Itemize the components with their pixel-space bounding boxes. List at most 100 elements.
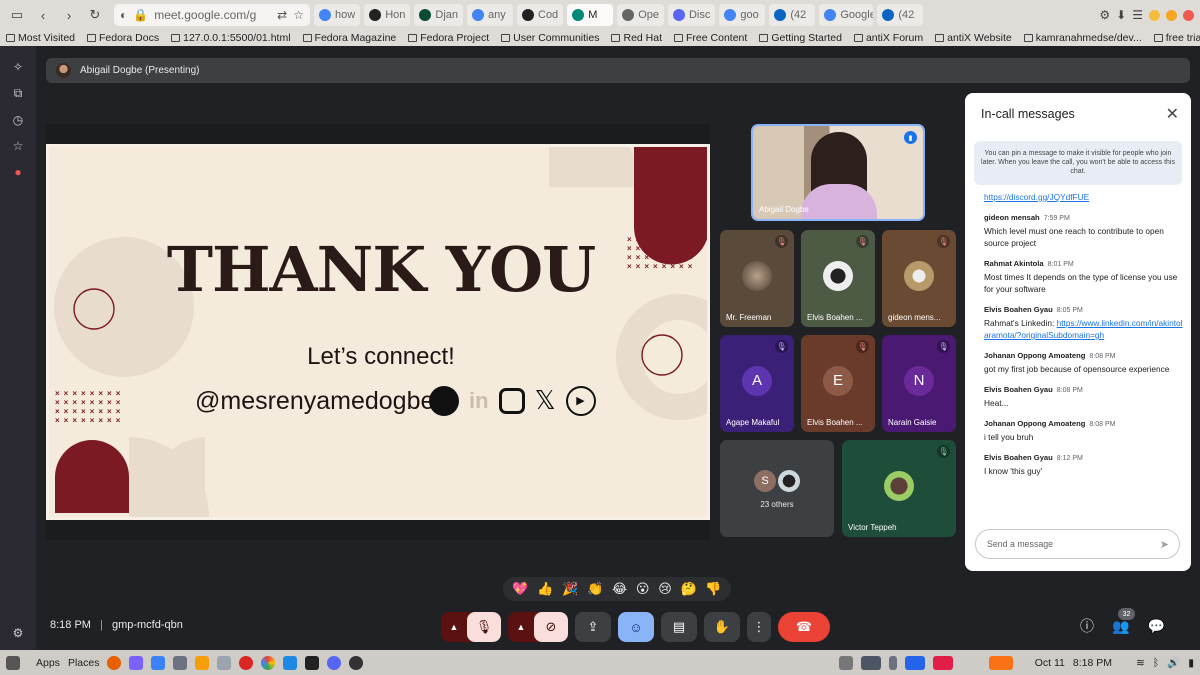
discord-icon[interactable] bbox=[327, 655, 342, 670]
bookmark-item[interactable]: free trial payroll bbox=[1153, 32, 1200, 44]
participant-tile[interactable]: 🎙 Mr. Freeman bbox=[720, 230, 794, 327]
colorful-extension-icon[interactable]: ● bbox=[14, 165, 21, 179]
volume-icon[interactable]: 🔊 bbox=[1167, 656, 1180, 669]
browser-tab[interactable]: (42 bbox=[769, 4, 816, 26]
close-icon[interactable]: ✕ bbox=[1166, 104, 1179, 124]
browser-tab[interactable]: Google bbox=[819, 4, 874, 26]
participant-tile[interactable]: A 🎙 Agape Makaful bbox=[720, 335, 794, 432]
battery-icon[interactable]: ▮ bbox=[1188, 657, 1194, 669]
browser-tab[interactable]: any bbox=[467, 4, 513, 26]
message-link[interactable]: https://discord.gg/JQYdfFUE bbox=[984, 192, 1089, 202]
reactions-button[interactable]: ☺ bbox=[618, 612, 654, 642]
participant-tile[interactable]: 🎙 Victor Teppeh bbox=[842, 440, 956, 537]
places-menu[interactable]: Places bbox=[68, 657, 100, 669]
bookmark-item[interactable]: Fedora Project bbox=[408, 32, 489, 44]
present-button[interactable]: ⇪ bbox=[575, 612, 611, 642]
app-icon[interactable] bbox=[151, 655, 166, 670]
tray-icon[interactable] bbox=[860, 655, 881, 670]
bookmark-item[interactable]: antiX Website bbox=[935, 32, 1012, 44]
opera-icon[interactable] bbox=[239, 655, 254, 670]
download-icon[interactable]: ⬇ bbox=[1116, 8, 1126, 22]
clock-time[interactable]: 8:18 PM bbox=[1073, 657, 1112, 669]
reaction-emoji-button[interactable]: 💖 bbox=[512, 581, 528, 597]
reaction-emoji-button[interactable]: 😮 bbox=[636, 581, 650, 597]
bookmark-item[interactable]: Fedora Docs bbox=[87, 32, 159, 44]
chrome-icon[interactable] bbox=[261, 655, 276, 670]
reaction-emoji-button[interactable]: 👎 bbox=[705, 581, 721, 597]
browser-tab[interactable]: Cod bbox=[517, 4, 564, 26]
tray-icon[interactable] bbox=[888, 655, 897, 670]
tray-icon[interactable] bbox=[904, 655, 925, 670]
app-icon[interactable] bbox=[195, 655, 210, 670]
send-icon[interactable]: ➤ bbox=[1160, 538, 1169, 551]
back-icon[interactable]: ‹ bbox=[32, 4, 54, 26]
reload-icon[interactable]: ↻ bbox=[84, 4, 106, 26]
participant-tile[interactable]: 🎙 gideon mens... bbox=[882, 230, 956, 327]
reaction-emoji-button[interactable]: 🤔 bbox=[680, 581, 696, 597]
clock-date[interactable]: Oct 11 bbox=[1035, 657, 1065, 669]
camera-off-button[interactable]: ⊘ bbox=[534, 612, 568, 642]
bookmarks-icon[interactable]: ☆ bbox=[13, 139, 24, 153]
info-icon[interactable]: ⓘ bbox=[1080, 616, 1094, 636]
browser-tab[interactable]: goo bbox=[719, 4, 766, 26]
history-icon[interactable]: ◷ bbox=[13, 113, 23, 127]
browser-tab[interactable]: Hon bbox=[364, 4, 411, 26]
reaction-emoji-button[interactable]: 🎉 bbox=[562, 581, 578, 597]
participant-tile-abigail[interactable]: ▮ Abigail Dogbe bbox=[751, 124, 925, 221]
bookmark-item[interactable]: User Communities bbox=[501, 32, 599, 44]
bookmark-item[interactable]: 127.0.0.1:5500/01.html bbox=[171, 32, 291, 44]
bookmark-item[interactable]: antiX Forum bbox=[853, 32, 923, 44]
menu-icon[interactable]: ☰ bbox=[1132, 8, 1143, 22]
message-input[interactable]: Send a message ➤ bbox=[975, 529, 1180, 559]
obs-icon[interactable] bbox=[349, 655, 364, 670]
browser-tab[interactable]: Djan bbox=[414, 4, 463, 26]
leave-call-button[interactable]: ☎ bbox=[778, 612, 830, 642]
camera-options-chevron-icon[interactable]: ▲ bbox=[508, 622, 534, 632]
forward-icon[interactable]: › bbox=[58, 4, 80, 26]
app-icon[interactable] bbox=[173, 655, 188, 670]
bookmark-item[interactable]: kamranahmedse/dev... bbox=[1023, 32, 1142, 44]
mic-options-chevron-icon[interactable]: ▲ bbox=[441, 622, 467, 632]
apps-menu[interactable]: Apps bbox=[36, 657, 60, 669]
captions-button[interactable]: ▤ bbox=[661, 612, 697, 642]
raise-hand-button[interactable]: ✋ bbox=[704, 612, 740, 642]
maximize-button[interactable] bbox=[1166, 9, 1177, 21]
others-tile[interactable]: S 23 others bbox=[720, 440, 834, 537]
calculator-icon[interactable] bbox=[217, 655, 232, 670]
terminal-icon[interactable] bbox=[305, 655, 320, 670]
app-grid-icon[interactable] bbox=[6, 655, 20, 670]
reaction-emoji-button[interactable]: 😢 bbox=[658, 581, 672, 597]
url-bar[interactable]: ◐ 🔒 meet.google.com/g ⇄ ☆ bbox=[114, 4, 310, 26]
minimize-button[interactable] bbox=[1149, 9, 1160, 21]
participant-tile[interactable]: N 🎙 Narain Gaisie bbox=[882, 335, 956, 432]
bluetooth-icon[interactable]: ᛒ bbox=[1153, 657, 1159, 669]
browser-tab[interactable]: (42 bbox=[877, 4, 924, 26]
more-options-button[interactable]: ⋮ bbox=[747, 612, 771, 642]
close-window-button[interactable] bbox=[1183, 9, 1194, 21]
bookmark-item[interactable]: Free Content bbox=[674, 32, 747, 44]
browser-tab[interactable]: how bbox=[314, 4, 361, 26]
browser-tab[interactable]: Ope bbox=[617, 4, 664, 26]
chat-icon[interactable]: 💬 bbox=[1147, 618, 1164, 635]
vscode-icon[interactable] bbox=[283, 655, 298, 670]
tray-icon[interactable] bbox=[838, 655, 853, 670]
extension-icon[interactable]: ⚙ bbox=[1099, 8, 1110, 22]
wifi-icon[interactable]: ≋ bbox=[1136, 657, 1145, 669]
browser-tab[interactable]: M bbox=[567, 4, 614, 26]
tray-icon[interactable] bbox=[932, 655, 953, 670]
reaction-emoji-button[interactable]: 👍 bbox=[537, 581, 553, 597]
app-icon[interactable] bbox=[129, 655, 144, 670]
participant-tile[interactable]: 🎙 Elvis Boahen ... bbox=[801, 230, 875, 327]
bookmark-item[interactable]: Red Hat bbox=[611, 32, 662, 44]
bookmark-item[interactable]: Most Visited bbox=[6, 32, 75, 44]
ai-chat-icon[interactable]: ✧ bbox=[13, 60, 23, 74]
translate-icon[interactable]: ⇄ bbox=[277, 8, 287, 22]
people-icon[interactable]: 👥 bbox=[1112, 618, 1129, 635]
bookmark-item[interactable]: Fedora Magazine bbox=[302, 32, 396, 44]
sidebar-toggle-icon[interactable]: ▭ bbox=[6, 4, 28, 26]
reaction-emoji-button[interactable]: 😂 bbox=[612, 581, 627, 597]
customize-sidebar-icon[interactable]: ⚙ bbox=[13, 626, 24, 640]
bookmark-star-icon[interactable]: ☆ bbox=[293, 8, 304, 22]
synced-tabs-icon[interactable]: ⧉ bbox=[14, 86, 23, 101]
reaction-emoji-button[interactable]: 👏 bbox=[587, 581, 603, 597]
